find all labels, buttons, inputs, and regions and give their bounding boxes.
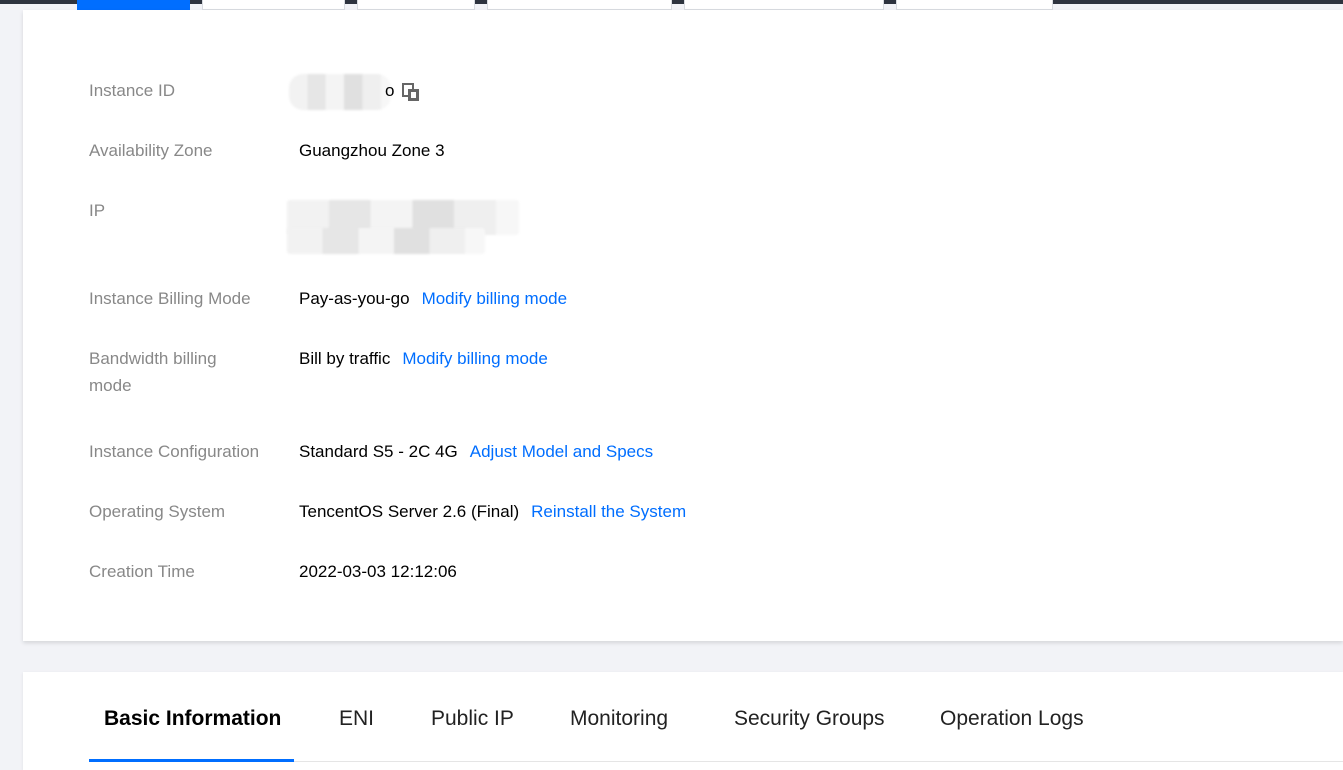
copy-icon[interactable] (402, 83, 420, 102)
instance-configuration-value: Standard S5 - 2C 4G (299, 442, 458, 461)
top-tab[interactable] (357, 0, 475, 10)
availability-zone-label: Availability Zone (89, 141, 213, 160)
top-tab[interactable] (202, 0, 345, 10)
tabs-card: Basic Information ENI Public IP Monitori… (23, 672, 1343, 770)
bandwidth-billing-label-line2: mode (89, 376, 132, 395)
adjust-model-specs-link[interactable]: Adjust Model and Specs (470, 442, 653, 461)
billing-mode-row: Pay-as-you-go Modify billing mode (299, 285, 567, 312)
tab-monitoring[interactable]: Monitoring (570, 704, 668, 734)
top-tab[interactable] (684, 0, 884, 10)
top-tab[interactable] (487, 0, 672, 10)
bandwidth-billing-value: Bill by traffic (299, 349, 391, 368)
instance-configuration-label: Instance Configuration (89, 442, 260, 461)
instance-id-label: Instance ID (89, 81, 175, 100)
redacted-ip-line2 (287, 228, 485, 254)
tab-basic-information[interactable]: Basic Information (104, 704, 281, 734)
tab-operation-logs[interactable]: Operation Logs (940, 704, 1084, 734)
top-tab[interactable] (896, 0, 1053, 10)
operating-system-row: TencentOS Server 2.6 (Final) Reinstall th… (299, 498, 686, 525)
tab-eni[interactable]: ENI (339, 704, 374, 734)
bandwidth-billing-label-line1: Bandwidth billing (89, 349, 217, 368)
ip-label: IP (89, 201, 106, 220)
instance-details-card: Instance ID o Availability Zone Guangzho… (23, 10, 1343, 641)
modify-bandwidth-billing-link[interactable]: Modify billing mode (402, 349, 548, 368)
operating-system-value: TencentOS Server 2.6 (Final) (299, 502, 520, 521)
creation-time-label: Creation Time (89, 562, 195, 581)
billing-mode-value: Pay-as-you-go (299, 289, 410, 308)
redacted-instance-id (289, 74, 391, 110)
availability-zone-value: Guangzhou Zone 3 (299, 141, 445, 160)
modify-billing-mode-link[interactable]: Modify billing mode (422, 289, 568, 308)
tab-public-ip[interactable]: Public IP (431, 704, 514, 734)
tab-security-groups[interactable]: Security Groups (734, 704, 885, 734)
operating-system-label: Operating System (89, 502, 226, 521)
active-tab-indicator (89, 759, 294, 762)
creation-time-value: 2022-03-03 12:12:06 (299, 562, 457, 581)
bandwidth-billing-row: Bill by traffic Modify billing mode (299, 345, 548, 372)
instance-configuration-row: Standard S5 - 2C 4G Adjust Model and Spec… (299, 438, 653, 465)
instance-id-fragment: o (385, 81, 395, 100)
billing-mode-label: Instance Billing Mode (89, 289, 251, 308)
bandwidth-billing-label: Bandwidth billing mode (89, 345, 279, 399)
reinstall-system-link[interactable]: Reinstall the System (531, 502, 686, 521)
